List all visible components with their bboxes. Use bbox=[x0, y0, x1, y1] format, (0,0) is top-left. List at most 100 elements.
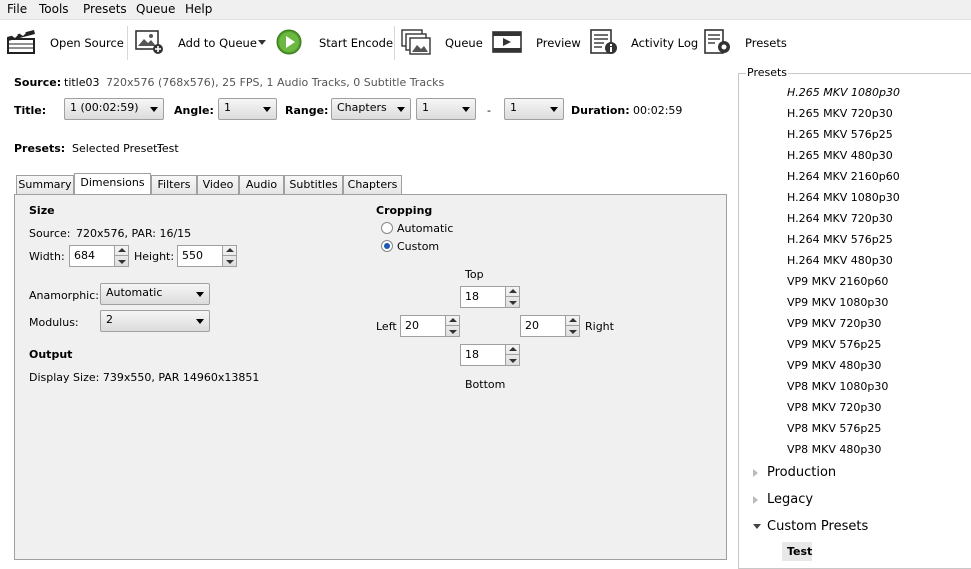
cropping-automatic-radio[interactable] bbox=[381, 222, 393, 234]
range-end-select[interactable]: 1 bbox=[504, 98, 564, 120]
width-spin-buttons[interactable] bbox=[114, 246, 128, 266]
chevron-down-icon bbox=[397, 107, 405, 112]
angle-select[interactable]: 1 bbox=[218, 98, 277, 120]
crop-bottom-stepper[interactable]: 18 bbox=[460, 344, 520, 366]
title-select-value: 1 (00:02:59) bbox=[70, 101, 139, 114]
chevron-down-icon bbox=[263, 107, 271, 112]
size-heading: Size bbox=[29, 204, 55, 217]
arrow-up-icon bbox=[226, 248, 234, 252]
anamorphic-select[interactable]: Automatic bbox=[100, 283, 210, 305]
preset-item[interactable]: H.265 MKV 576p25 bbox=[787, 128, 893, 141]
activity-log-label: Activity Log bbox=[631, 36, 699, 50]
crop-right-stepper[interactable]: 20 bbox=[520, 315, 580, 337]
range-start-select[interactable]: 1 bbox=[416, 98, 476, 120]
range-end-value: 1 bbox=[510, 101, 517, 114]
chevron-down-icon bbox=[196, 292, 204, 297]
duration-label: Duration: bbox=[571, 104, 630, 117]
preset-item[interactable]: H.264 MKV 2160p60 bbox=[787, 170, 900, 183]
preset-item[interactable]: H.264 MKV 1080p30 bbox=[787, 191, 900, 204]
menu-queue[interactable]: Queue bbox=[136, 2, 175, 16]
tab-subtitles[interactable]: Subtitles bbox=[284, 175, 343, 194]
presets-row-label: Presets: bbox=[14, 142, 66, 155]
presets-panel-title: Presets bbox=[746, 66, 789, 79]
tab-dimensions[interactable]: Dimensions bbox=[74, 173, 151, 195]
crop-left-label: Left bbox=[376, 320, 397, 333]
display-size: Display Size: 739x550, PAR 14960x13851 bbox=[29, 371, 260, 384]
expand-triangle-icon[interactable] bbox=[753, 469, 758, 477]
preset-item[interactable]: VP8 MKV 576p25 bbox=[787, 422, 881, 435]
crop-bottom-label: Bottom bbox=[465, 378, 506, 391]
preset-item[interactable]: VP8 MKV 480p30 bbox=[787, 443, 881, 456]
source-label: Source: bbox=[14, 76, 62, 89]
preset-group-custom[interactable]: Custom Presets bbox=[767, 519, 868, 534]
range-select[interactable]: Chapters bbox=[331, 98, 411, 120]
range-separator: - bbox=[487, 104, 491, 117]
cropping-automatic-label: Automatic bbox=[397, 222, 454, 235]
arrow-down-icon bbox=[226, 260, 234, 264]
dim-source-label: Source: bbox=[29, 227, 71, 240]
preset-item[interactable]: VP9 MKV 1080p30 bbox=[787, 296, 888, 309]
add-to-queue-icon bbox=[135, 30, 163, 54]
presets-gear-icon bbox=[704, 29, 730, 54]
cropping-custom-radio[interactable] bbox=[381, 240, 393, 252]
preset-item[interactable]: VP9 MKV 720p30 bbox=[787, 317, 881, 330]
menu-bar: File Tools Presets Queue Help bbox=[0, 0, 971, 20]
crop-bottom-spin-buttons[interactable] bbox=[505, 345, 519, 365]
crop-right-label: Right bbox=[585, 320, 614, 333]
menu-help[interactable]: Help bbox=[185, 2, 212, 16]
selected-preset-value: Test bbox=[157, 142, 179, 155]
preset-item[interactable]: VP9 MKV 576p25 bbox=[787, 338, 881, 351]
tab-audio[interactable]: Audio bbox=[239, 175, 284, 194]
preset-group-production[interactable]: Production bbox=[767, 465, 836, 480]
add-to-queue-label: Add to Queue bbox=[178, 36, 257, 50]
arrow-up-icon bbox=[509, 289, 517, 293]
arrow-down-icon bbox=[509, 359, 517, 363]
add-to-queue-dropdown[interactable] bbox=[258, 40, 266, 45]
play-icon bbox=[276, 29, 302, 55]
crop-left-stepper[interactable]: 20 bbox=[400, 315, 460, 337]
selected-preset-label: Selected Preset: bbox=[72, 142, 162, 155]
range-start-value: 1 bbox=[422, 101, 429, 114]
crop-top-spin-buttons[interactable] bbox=[505, 287, 519, 307]
preset-item[interactable]: VP9 MKV 480p30 bbox=[787, 359, 881, 372]
tab-summary[interactable]: Summary bbox=[16, 175, 74, 194]
width-stepper[interactable]: 684 bbox=[69, 245, 129, 267]
preset-item[interactable]: VP8 MKV 1080p30 bbox=[787, 380, 888, 393]
width-value: 684 bbox=[74, 249, 95, 262]
film-icon bbox=[492, 31, 522, 53]
crop-right-spin-buttons[interactable] bbox=[565, 316, 579, 336]
arrow-down-icon bbox=[449, 330, 457, 334]
tab-video[interactable]: Video bbox=[197, 175, 239, 194]
cropping-custom-label: Custom bbox=[397, 240, 440, 253]
angle-select-value: 1 bbox=[224, 101, 231, 114]
toolbar-divider bbox=[394, 26, 395, 60]
menu-tools[interactable]: Tools bbox=[39, 2, 69, 16]
preset-item[interactable]: VP9 MKV 2160p60 bbox=[787, 275, 888, 288]
arrow-up-icon bbox=[118, 248, 126, 252]
height-spin-buttons[interactable] bbox=[222, 246, 236, 266]
preset-item[interactable]: VP8 MKV 720p30 bbox=[787, 401, 881, 414]
menu-presets[interactable]: Presets bbox=[83, 2, 127, 16]
preset-item[interactable]: H.264 MKV 576p25 bbox=[787, 233, 893, 246]
chevron-down-icon bbox=[196, 319, 204, 324]
preset-item[interactable]: H.265 MKV 1080p30 bbox=[787, 86, 900, 99]
modulus-select[interactable]: 2 bbox=[100, 310, 210, 332]
crop-left-spin-buttons[interactable] bbox=[445, 316, 459, 336]
collapse-triangle-icon[interactable] bbox=[753, 524, 761, 529]
preset-item[interactable]: H.264 MKV 480p30 bbox=[787, 254, 893, 267]
title-select[interactable]: 1 (00:02:59) bbox=[64, 98, 164, 120]
menu-file[interactable]: File bbox=[7, 2, 27, 16]
height-stepper[interactable]: 550 bbox=[177, 245, 237, 267]
chevron-down-icon bbox=[550, 107, 558, 112]
crop-top-stepper[interactable]: 18 bbox=[460, 286, 520, 308]
preset-item[interactable]: H.265 MKV 720p30 bbox=[787, 107, 893, 120]
tab-filters[interactable]: Filters bbox=[151, 175, 197, 194]
source-info: 720x576 (768x576), 25 FPS, 1 Audio Track… bbox=[106, 76, 445, 89]
tab-chapters[interactable]: Chapters bbox=[343, 175, 402, 194]
preset-group-legacy[interactable]: Legacy bbox=[767, 492, 813, 507]
preset-item[interactable]: H.265 MKV 480p30 bbox=[787, 149, 893, 162]
expand-triangle-icon[interactable] bbox=[753, 496, 758, 504]
preset-item-test[interactable]: Test bbox=[787, 545, 812, 558]
preset-item[interactable]: H.264 MKV 720p30 bbox=[787, 212, 893, 225]
arrow-up-icon bbox=[569, 318, 577, 322]
